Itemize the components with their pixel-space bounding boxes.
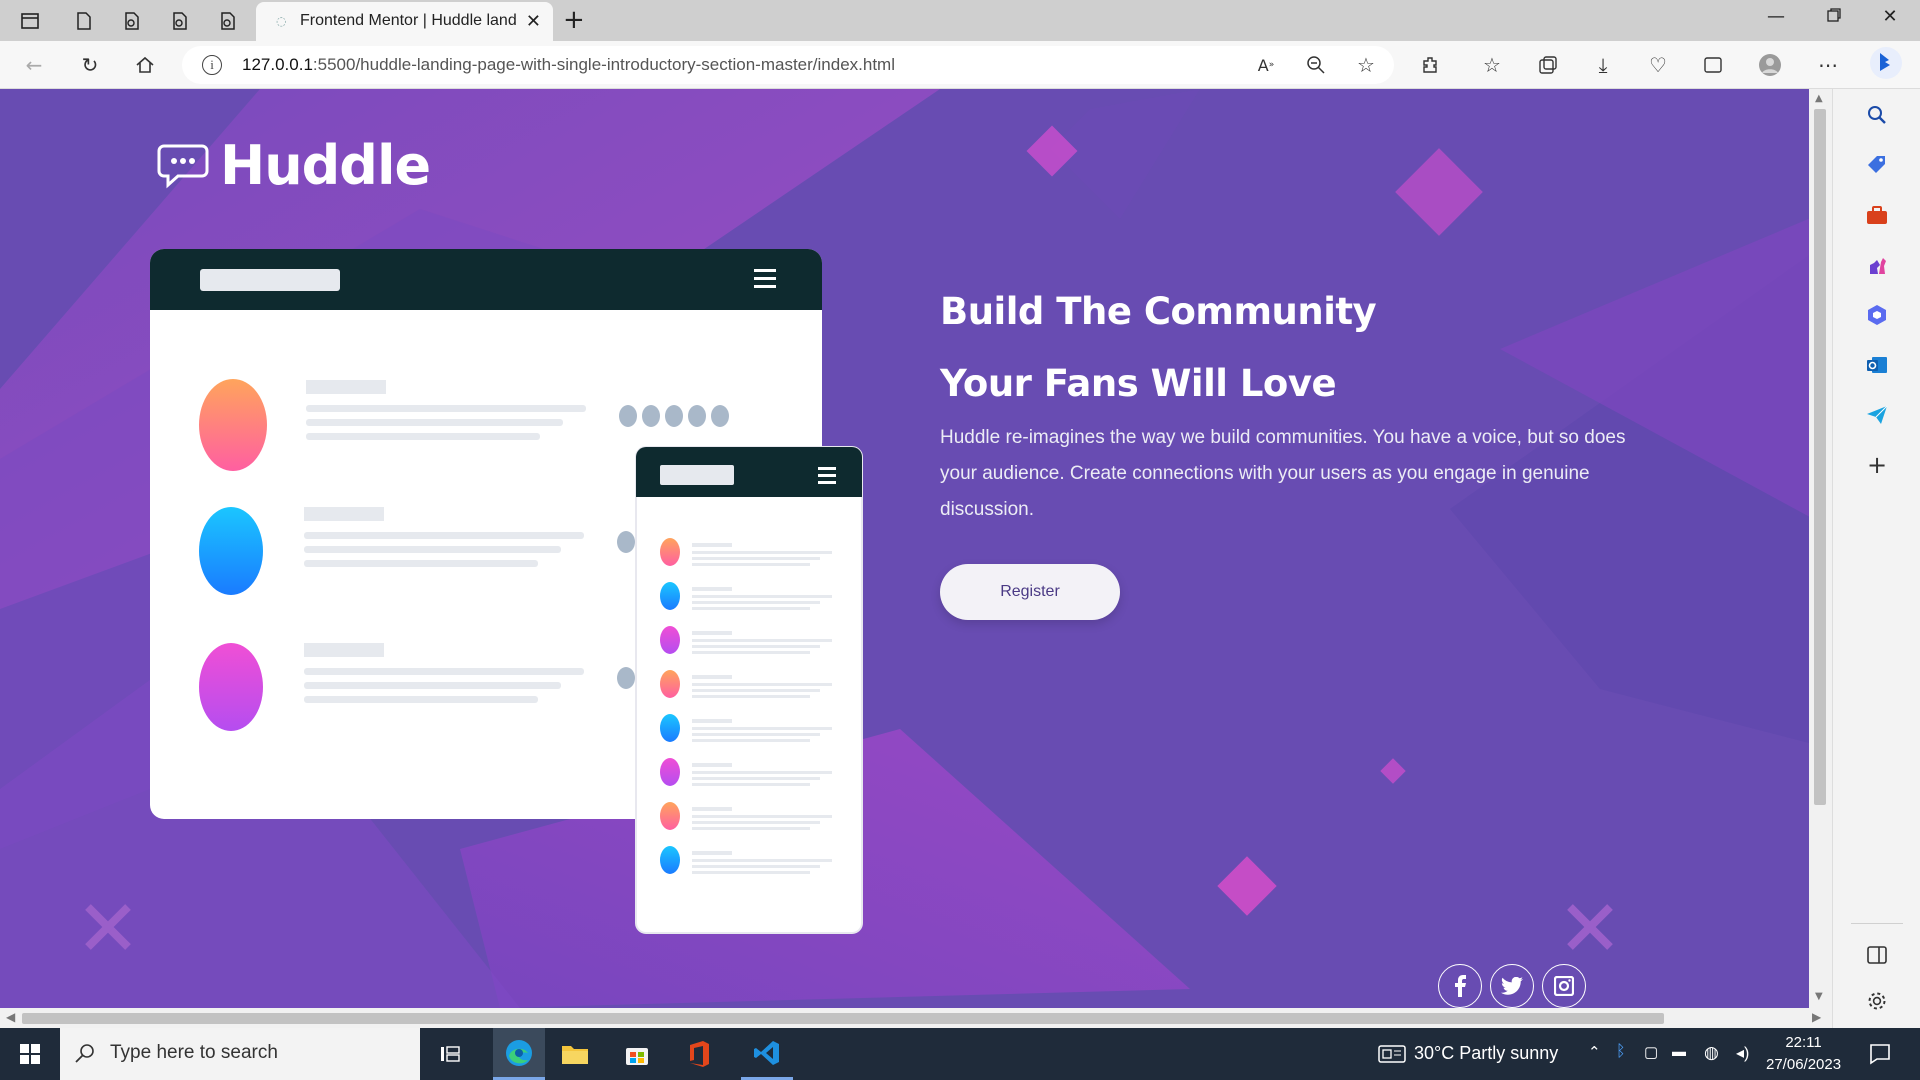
scroll-right-arrow-icon[interactable]: ▶ [1812, 1010, 1821, 1024]
restore-button[interactable] [1814, 6, 1854, 27]
scroll-up-arrow-icon[interactable]: ▲ [1815, 93, 1823, 104]
headline-line-2: Your Fans Will Love [940, 362, 1337, 405]
downloads-icon[interactable]: ⤓ [1589, 51, 1617, 79]
send-icon[interactable] [1863, 401, 1891, 429]
pinned-tab-icon[interactable] [166, 7, 194, 35]
vertical-scrollbar[interactable]: ▲ ▼ [1809, 89, 1831, 1008]
close-window-button[interactable]: ✕ [1870, 6, 1910, 27]
screenshot-icon[interactable] [1699, 51, 1727, 79]
edge-browser-app-icon[interactable] [493, 1028, 545, 1080]
hero-illustration [150, 249, 863, 934]
volume-icon[interactable]: ◂) [1736, 1043, 1749, 1063]
divider [1851, 923, 1903, 924]
microsoft-365-icon[interactable] [1863, 301, 1891, 329]
search-icon [75, 1044, 94, 1063]
weather-text[interactable]: 30°C Partly sunny [1414, 1043, 1558, 1064]
meet-now-icon[interactable]: ▢ [1644, 1043, 1658, 1061]
windows-start-icon[interactable] [10, 1034, 50, 1074]
close-tab-icon[interactable]: ✕ [526, 11, 541, 32]
pinned-tab-icon[interactable] [214, 7, 242, 35]
twitter-icon[interactable] [1490, 964, 1534, 1008]
instagram-icon[interactable] [1542, 964, 1586, 1008]
games-icon[interactable] [1863, 251, 1891, 279]
office-app-icon[interactable] [679, 1034, 719, 1074]
edge-sidebar: ▲ ▼ + [1809, 89, 1920, 1028]
search-placeholder: Type here to search [110, 1042, 278, 1063]
hero-description: Huddle re-imagines the way we build comm… [940, 427, 1626, 520]
clock-date: 27/06/2023 [1766, 1056, 1842, 1073]
page-viewport: Huddle Build The Community Your Fans Wil… [0, 89, 1832, 1008]
workspaces-icon[interactable] [70, 7, 98, 35]
register-button[interactable]: Register [940, 564, 1120, 620]
page-favicon-icon: ◌ [276, 14, 287, 28]
collections-icon[interactable] [1534, 51, 1562, 79]
search-icon[interactable] [1863, 101, 1891, 129]
home-icon[interactable] [131, 51, 159, 79]
read-aloud-icon[interactable]: A» [1252, 51, 1280, 79]
horizontal-scrollbar[interactable]: ◀ ▶ [0, 1008, 1832, 1028]
task-view-icon[interactable] [430, 1034, 470, 1074]
profile-avatar-icon[interactable] [1756, 51, 1784, 79]
shopping-tag-icon[interactable] [1863, 151, 1891, 179]
windows-taskbar: Type here to search 30°C Partly sunny ⌃ … [0, 1028, 1920, 1080]
brand-logo[interactable]: Huddle [156, 134, 431, 197]
extensions-icon[interactable] [1416, 51, 1444, 79]
bing-copilot-icon[interactable] [1868, 45, 1904, 81]
browser-essentials-icon[interactable]: ♡ [1644, 51, 1672, 79]
battery-icon[interactable]: ▬ [1672, 1043, 1686, 1059]
scroll-left-arrow-icon[interactable]: ◀ [6, 1010, 15, 1024]
scroll-down-arrow-icon[interactable]: ▼ [1815, 991, 1823, 1002]
chat-bubble-icon [157, 144, 209, 188]
weather-icon[interactable] [1372, 1034, 1412, 1074]
tab-strip: ◌ Frontend Mentor | Huddle landin ✕ + — … [0, 0, 1920, 41]
brand-name: Huddle [220, 134, 431, 197]
file-explorer-app-icon[interactable] [555, 1034, 595, 1074]
scrollbar-thumb[interactable] [22, 1013, 1664, 1024]
microsoft-store-app-icon[interactable] [617, 1034, 657, 1074]
url-text: 127.0.0.1:5500/huddle-landing-page-with-… [242, 55, 895, 74]
tab-title: Frontend Mentor | Huddle landin [300, 12, 516, 29]
outlook-icon[interactable] [1863, 351, 1891, 379]
tools-icon[interactable] [1863, 201, 1891, 229]
address-toolbar: ← ↻ i 127.0.0.1:5500/huddle-landing-page… [0, 41, 1920, 89]
collections-page-icon[interactable] [118, 7, 146, 35]
show-hidden-icons-chevron-icon[interactable]: ⌃ [1588, 1043, 1601, 1061]
new-tab-button[interactable]: + [563, 5, 585, 35]
active-tab[interactable]: ◌ Frontend Mentor | Huddle landin ✕ [256, 2, 553, 41]
hero-headline: Build The Community Your Fans Will Love [940, 276, 1740, 420]
notifications-icon[interactable] [1860, 1034, 1900, 1074]
split-screen-icon[interactable] [1863, 941, 1891, 969]
decorative-cross [1567, 904, 1613, 950]
favorites-icon[interactable]: ☆ [1478, 51, 1506, 79]
tab-actions-icon[interactable] [16, 7, 44, 35]
sidebar-settings-gear-icon[interactable] [1863, 987, 1891, 1015]
facebook-icon[interactable] [1438, 964, 1482, 1008]
settings-more-icon[interactable]: ⋯ [1814, 51, 1842, 79]
favorite-star-icon[interactable]: ☆ [1352, 51, 1380, 79]
minimize-button[interactable]: — [1756, 6, 1796, 27]
bluetooth-icon[interactable]: ᛒ [1616, 1043, 1626, 1061]
decorative-cross [85, 904, 131, 950]
site-info-icon[interactable]: i [202, 55, 222, 75]
refresh-icon[interactable]: ↻ [76, 51, 104, 79]
clock-time: 22:11 [1785, 1034, 1822, 1051]
headline-line-1: Build The Community [940, 290, 1377, 333]
zoom-out-icon[interactable] [1302, 51, 1330, 79]
clock[interactable]: 22:11 27/06/2023 [1766, 1032, 1841, 1076]
address-field[interactable]: i 127.0.0.1:5500/huddle-landing-page-wit… [182, 46, 1394, 84]
vscode-app-icon[interactable] [741, 1028, 793, 1080]
add-sidebar-app-icon[interactable]: + [1863, 451, 1891, 479]
scrollbar-thumb[interactable] [1814, 109, 1826, 805]
back-arrow-icon[interactable]: ← [20, 51, 48, 79]
taskbar-search-box[interactable]: Type here to search [60, 1028, 420, 1080]
network-globe-icon[interactable]: ◍ [1704, 1043, 1719, 1063]
